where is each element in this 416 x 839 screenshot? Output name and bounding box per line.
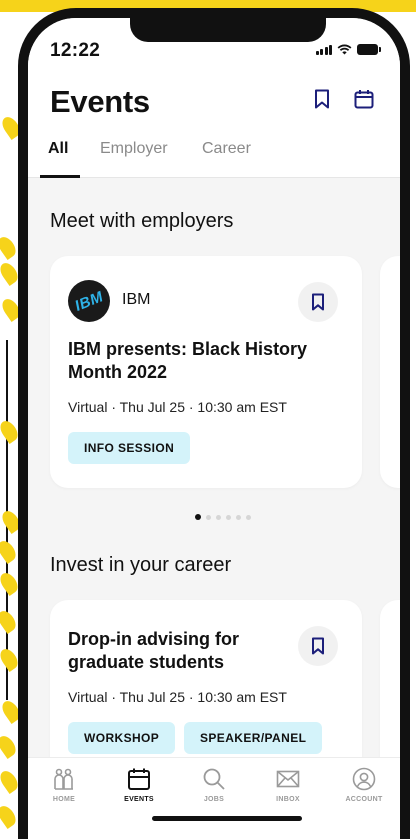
- event-card-advising[interactable]: Drop-in advising for graduate students V…: [50, 600, 362, 780]
- header-area: 12:22 Events All Employer Career: [28, 18, 400, 178]
- event-title-line-2: graduate students: [68, 652, 225, 672]
- phone-frame: 12:22 Events All Employer Career Meet wi…: [18, 8, 410, 839]
- bookmark-icon: [312, 637, 324, 655]
- page-title: Events: [50, 84, 150, 119]
- event-card-ibm[interactable]: IBM IBM IBM presents: Black History Mont…: [50, 256, 362, 488]
- wifi-icon: [337, 44, 352, 55]
- event-meta: Virtual · Thu Jul 25 · 10:30 am EST: [68, 399, 287, 415]
- pager-dot[interactable]: [236, 514, 241, 520]
- pager-dot[interactable]: [226, 514, 231, 520]
- bookmark-icon: [312, 293, 324, 311]
- event-tag: WORKSHOP: [68, 722, 176, 754]
- mail-icon: [275, 766, 301, 792]
- bookmark-event-button[interactable]: [298, 282, 338, 322]
- event-card-next-peek[interactable]: [380, 256, 400, 488]
- tab-all[interactable]: All: [48, 140, 68, 158]
- device-notch: [130, 18, 326, 42]
- app-screen: 12:22 Events All Employer Career Meet wi…: [28, 18, 400, 839]
- event-tag: INFO SESSION: [68, 432, 191, 464]
- status-icons: [315, 44, 381, 55]
- event-title-line-1: Drop-in advising for: [68, 629, 239, 649]
- nav-label: EVENTS: [124, 796, 154, 803]
- pager-dot[interactable]: [206, 514, 211, 520]
- event-card-next-peek[interactable]: [380, 600, 400, 780]
- home-indicator: [152, 816, 302, 821]
- nav-label: HOME: [52, 796, 76, 803]
- account-icon: [351, 766, 377, 792]
- pager-dot[interactable]: [216, 514, 221, 520]
- event-title-line-2: Month 2022: [68, 362, 168, 382]
- event-title-line-1: IBM presents: Black History: [68, 339, 308, 359]
- employer-logo: IBM: [68, 280, 110, 322]
- nav-events[interactable]: EVENTS: [109, 766, 169, 803]
- nav-account[interactable]: ACCOUNT: [334, 766, 394, 803]
- employer-logo-text: IBM: [72, 287, 106, 315]
- calendar-icon: [354, 90, 374, 109]
- saved-events-button[interactable]: [309, 86, 335, 112]
- bottom-nav: HOME EVENTS JOBS INBOX ACCOUNT: [28, 757, 400, 839]
- status-time: 12:22: [50, 40, 101, 61]
- section-title-career: Invest in your career: [50, 554, 232, 576]
- calendar-icon: [126, 766, 152, 792]
- pager-dot[interactable]: [195, 514, 201, 520]
- nav-label: ACCOUNT: [345, 796, 383, 803]
- pager-dot[interactable]: [246, 514, 251, 520]
- nav-inbox[interactable]: INBOX: [258, 766, 318, 803]
- bookmark-icon: [315, 89, 329, 109]
- calendar-button[interactable]: [351, 86, 377, 112]
- tab-employer[interactable]: Employer: [100, 140, 168, 158]
- nav-home[interactable]: HOME: [34, 766, 94, 803]
- nav-jobs[interactable]: JOBS: [184, 766, 244, 803]
- bookmark-event-button[interactable]: [298, 626, 338, 666]
- nav-label: JOBS: [203, 796, 225, 803]
- event-tag: SPEAKER/PANEL: [184, 722, 323, 754]
- carousel-pager: [195, 514, 251, 520]
- event-meta: Virtual · Thu Jul 25 · 10:30 am EST: [68, 689, 287, 705]
- nav-label: INBOX: [276, 796, 300, 803]
- tab-career[interactable]: Career: [202, 140, 251, 158]
- employer-name: IBM: [122, 291, 151, 308]
- filter-tabs: All Employer Career: [28, 136, 400, 178]
- battery-icon: [357, 44, 381, 55]
- active-tab-indicator: [40, 175, 80, 178]
- home-icon: [51, 766, 77, 792]
- signal-icon: [315, 44, 332, 55]
- search-icon: [201, 766, 227, 792]
- section-title-employers: Meet with employers: [50, 210, 234, 232]
